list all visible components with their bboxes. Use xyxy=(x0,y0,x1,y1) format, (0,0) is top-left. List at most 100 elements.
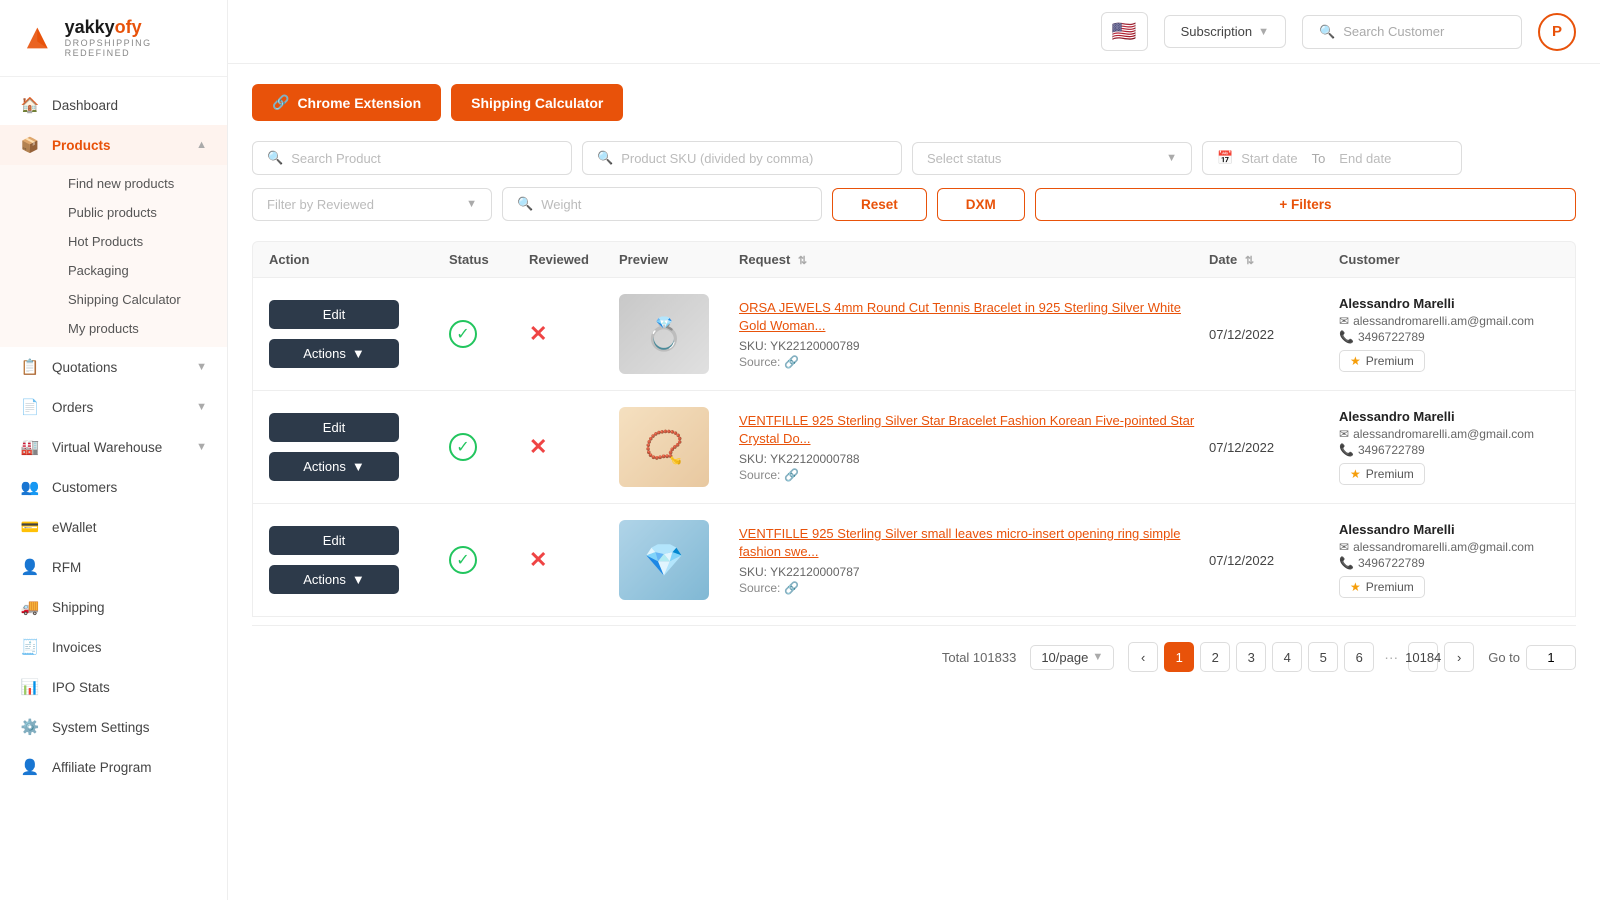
link-icon[interactable]: 🔗 xyxy=(784,355,799,369)
page-3-button[interactable]: 3 xyxy=(1236,642,1266,672)
product-info: ORSA JEWELS 4mm Round Cut Tennis Bracele… xyxy=(739,299,1209,369)
search-icon: 🔍 xyxy=(1319,24,1335,40)
sidebar-item-label: Quotations xyxy=(52,360,117,375)
search-icon: 🔍 xyxy=(517,196,533,212)
avatar-button[interactable]: P xyxy=(1538,13,1576,51)
table-row: Edit Actions ▼ ✓ ✕ 💍 ORSA JEWELS 4mm Rou… xyxy=(252,278,1576,391)
sidebar-item-affiliate[interactable]: 👤 Affiliate Program xyxy=(0,747,227,787)
actions-button[interactable]: Actions ▼ xyxy=(269,565,399,594)
sidebar-item-label: System Settings xyxy=(52,720,150,735)
dxm-button[interactable]: DXM xyxy=(937,188,1025,221)
customer-name: Alessandro Marelli xyxy=(1339,409,1559,424)
sidebar-item-ewallet[interactable]: 💳 eWallet xyxy=(0,507,227,547)
products-submenu: Find new products Public products Hot Pr… xyxy=(0,165,227,347)
prev-page-button[interactable]: ‹ xyxy=(1128,642,1158,672)
search-customer-placeholder: Search Customer xyxy=(1343,24,1444,39)
edit-button[interactable]: Edit xyxy=(269,413,399,442)
sidebar-item-find-new-products[interactable]: Find new products xyxy=(52,169,227,198)
product-title-link[interactable]: VENTFILLE 925 Sterling Silver small leav… xyxy=(739,525,1209,561)
link-icon: 🔗 xyxy=(272,94,289,111)
search-product-box[interactable]: 🔍 xyxy=(252,141,572,175)
sidebar-item-rfm[interactable]: 👤 RFM xyxy=(0,547,227,587)
sku-input[interactable] xyxy=(621,151,887,166)
page-5-button[interactable]: 5 xyxy=(1308,642,1338,672)
col-request: Request ⇅ xyxy=(739,252,1209,267)
sidebar: yakkyofy DROPSHIPPING REDEFINED 🏠 Dashbo… xyxy=(0,0,228,900)
page-2-button[interactable]: 2 xyxy=(1200,642,1230,672)
page-size-label: 10/page xyxy=(1041,650,1088,665)
sku-search-box[interactable]: 🔍 xyxy=(582,141,902,175)
edit-button[interactable]: Edit xyxy=(269,526,399,555)
sidebar-item-products[interactable]: 📦 Products ▲ xyxy=(0,125,227,165)
sidebar-item-my-products[interactable]: My products xyxy=(52,314,227,343)
sidebar-item-virtual-warehouse[interactable]: 🏭 Virtual Warehouse ▼ xyxy=(0,427,227,467)
calendar-icon: 📅 xyxy=(1217,150,1233,166)
col-date: Date ⇅ xyxy=(1209,252,1339,267)
page-6-button[interactable]: 6 xyxy=(1344,642,1374,672)
sidebar-item-label: Dashboard xyxy=(52,98,118,113)
chevron-down-icon: ▼ xyxy=(1258,26,1269,38)
sidebar-item-dashboard[interactable]: 🏠 Dashboard xyxy=(0,85,227,125)
sidebar-item-packaging[interactable]: Packaging xyxy=(52,256,227,285)
search-customer-input[interactable]: 🔍 Search Customer xyxy=(1302,15,1522,49)
actions-button[interactable]: Actions ▼ xyxy=(269,452,399,481)
reset-button[interactable]: Reset xyxy=(832,188,927,221)
logo-name: yakkyofy xyxy=(65,18,207,36)
logo-tagline: DROPSHIPPING REDEFINED xyxy=(65,38,207,58)
sidebar-item-system-settings[interactable]: ⚙️ System Settings xyxy=(0,707,227,747)
sidebar-item-customers[interactable]: 👥 Customers xyxy=(0,467,227,507)
home-icon: 🏠 xyxy=(20,95,40,115)
product-title-link[interactable]: VENTFILLE 925 Sterling Silver Star Brace… xyxy=(739,412,1209,448)
last-page-button[interactable]: 10184 xyxy=(1408,642,1438,672)
sidebar-item-label: Products xyxy=(52,138,111,153)
shipping-calculator-button[interactable]: Shipping Calculator xyxy=(451,84,623,121)
customers-icon: 👥 xyxy=(20,477,40,497)
chrome-extension-button[interactable]: 🔗 Chrome Extension xyxy=(252,84,441,121)
phone-icon: 📞 xyxy=(1339,330,1354,344)
reviewed-cell: ✕ xyxy=(529,321,619,347)
email-icon: ✉ xyxy=(1339,314,1349,328)
product-title-link[interactable]: ORSA JEWELS 4mm Round Cut Tennis Bracele… xyxy=(739,299,1209,335)
product-preview: 💍 xyxy=(619,294,709,374)
sidebar-item-public-products[interactable]: Public products xyxy=(52,198,227,227)
edit-button[interactable]: Edit xyxy=(269,300,399,329)
product-source: Source: 🔗 xyxy=(739,581,1209,595)
sidebar-item-label: Invoices xyxy=(52,640,102,655)
sidebar-item-label: RFM xyxy=(52,560,81,575)
weight-input[interactable] xyxy=(541,197,807,212)
next-page-button[interactable]: › xyxy=(1444,642,1474,672)
subscription-button[interactable]: Subscription ▼ xyxy=(1164,15,1286,48)
sidebar-item-label: Shipping xyxy=(52,600,105,615)
filters-button[interactable]: + Filters xyxy=(1035,188,1576,221)
product-preview: 💎 xyxy=(619,520,709,600)
sidebar-item-orders[interactable]: 📄 Orders ▼ xyxy=(0,387,227,427)
weight-search-box[interactable]: 🔍 xyxy=(502,187,822,221)
premium-badge: ★ Premium xyxy=(1339,463,1425,485)
subscription-label: Subscription xyxy=(1181,24,1253,39)
search-product-input[interactable] xyxy=(291,151,557,166)
status-select[interactable]: Select status ▼ xyxy=(912,142,1192,175)
reviewed-filter[interactable]: Filter by Reviewed ▼ xyxy=(252,188,492,221)
flag-button[interactable]: 🇺🇸 xyxy=(1101,12,1148,51)
sidebar-item-label: eWallet xyxy=(52,520,97,535)
table-row: Edit Actions ▼ ✓ ✕ 📿 VENTFILLE 925 Sterl… xyxy=(252,391,1576,504)
nav-section: 🏠 Dashboard 📦 Products ▲ Find new produc… xyxy=(0,77,227,900)
sidebar-item-shipping-calculator[interactable]: Shipping Calculator xyxy=(52,285,227,314)
sidebar-item-ipo-stats[interactable]: 📊 IPO Stats xyxy=(0,667,227,707)
page-4-button[interactable]: 4 xyxy=(1272,642,1302,672)
sidebar-item-hot-products[interactable]: Hot Products xyxy=(52,227,227,256)
sidebar-item-shipping[interactable]: 🚚 Shipping xyxy=(0,587,227,627)
action-cell: Edit Actions ▼ xyxy=(269,413,449,481)
sidebar-item-quotations[interactable]: 📋 Quotations ▼ xyxy=(0,347,227,387)
actions-button[interactable]: Actions ▼ xyxy=(269,339,399,368)
page-size-select[interactable]: 10/page ▼ xyxy=(1030,645,1114,670)
goto-input[interactable] xyxy=(1526,645,1576,670)
link-icon[interactable]: 🔗 xyxy=(784,581,799,595)
action-cell: Edit Actions ▼ xyxy=(269,300,449,368)
date-range-picker[interactable]: 📅 Start date To End date xyxy=(1202,141,1462,175)
link-icon[interactable]: 🔗 xyxy=(784,468,799,482)
page-1-button[interactable]: 1 xyxy=(1164,642,1194,672)
table-header: Action Status Reviewed Preview Request ⇅… xyxy=(252,241,1576,278)
top-buttons-row: 🔗 Chrome Extension Shipping Calculator xyxy=(252,84,1576,121)
sidebar-item-invoices[interactable]: 🧾 Invoices xyxy=(0,627,227,667)
